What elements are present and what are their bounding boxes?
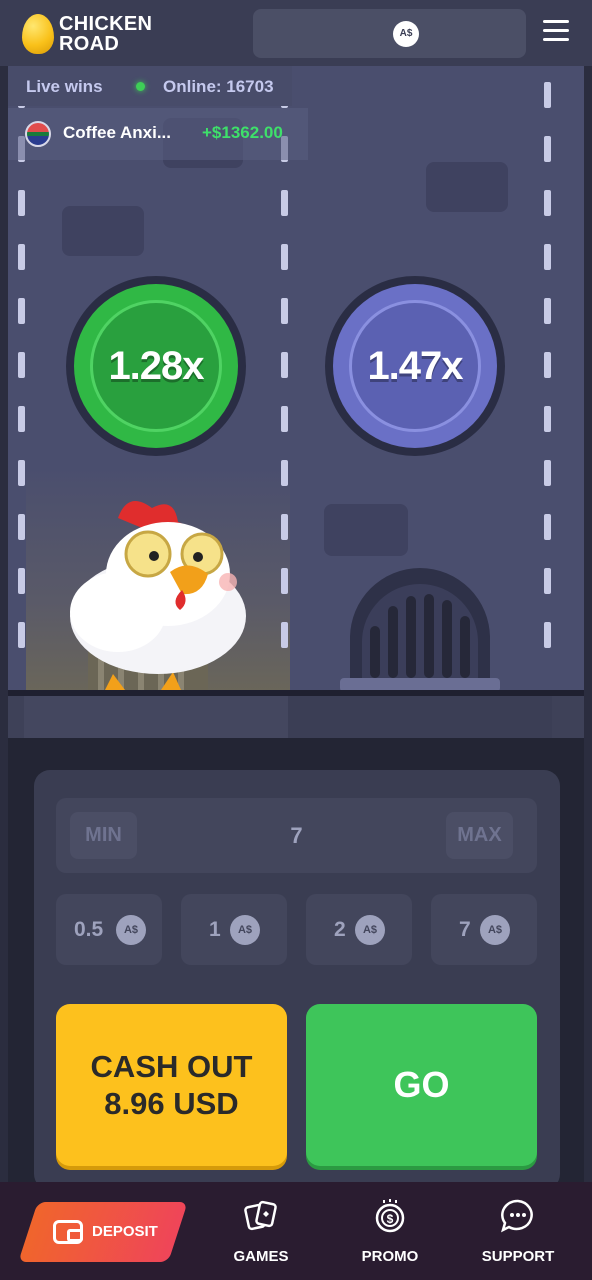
multiplier-value: 1.47x [367,344,463,388]
max-bet-button[interactable]: MAX [446,812,513,859]
min-bet-button[interactable]: MIN [70,812,137,859]
chip-value: 0.5 [74,918,104,941]
win-amount: +$1362.00 [202,123,283,142]
quick-bet-chip[interactable]: 0.5 A$ [56,894,162,965]
balance-display[interactable]: A$ [253,9,526,58]
svg-text:$: $ [387,1212,394,1226]
bet-amount-field[interactable]: 7 MIN MAX [56,798,537,873]
multiplier-coin-passed: 1.28x [66,276,246,456]
deposit-button-content[interactable]: DEPOSIT [50,1202,180,1262]
sewer-grate-icon [340,568,500,692]
bottom-navigation: DEPOSIT GAMES $ PROMO SUPPORT [0,1182,592,1280]
dollar-coin-icon: $ [375,1199,405,1233]
online-count: Online: 16703 [163,77,274,96]
cash-out-amount: 8.96 USD [104,1086,239,1121]
quick-bet-chip[interactable]: 2 A$ [306,894,412,965]
chip-value: 2 [334,918,346,941]
quick-bet-chip[interactable]: 1 A$ [181,894,287,965]
game-road-area: Live wins Online: 16703 Coffee Anxi... +… [8,66,584,692]
top-header: CHICKEN ROAD A$ [0,0,592,66]
recent-win-item: Coffee Anxi... +$1362.00 [8,108,308,160]
online-indicator-dot [136,82,145,91]
live-wins-label: Live wins [26,77,103,96]
logo-line-2: ROAD [59,33,120,55]
live-wins-bar: Live wins Online: 16703 [8,66,292,106]
go-button[interactable]: GO [306,1004,537,1166]
chip-value: 7 [459,918,471,941]
wallet-icon [53,1220,83,1244]
nav-label-promo: PROMO [361,1248,419,1265]
currency-coin-icon: A$ [116,915,146,945]
winner-name: Coffee Anxi... [63,123,171,142]
multiplier-value: 1.28x [108,344,204,388]
road-curb [8,696,584,738]
currency-badge: A$ [393,21,419,47]
cash-out-button[interactable]: CASH OUT 8.96 USD [56,1004,287,1166]
bet-control-panel: 7 MIN MAX 0.5 A$ 1 A$ 2 A$ 7 A$ CASH OUT… [34,770,560,1190]
multiplier-coin-next[interactable]: 1.47x [325,276,505,456]
logo-text: CHICKEN ROAD [59,14,152,54]
cards-icon [244,1200,277,1231]
chat-bubble-icon [501,1199,533,1233]
brick-decoration [62,206,144,256]
cash-out-label: CASH OUT [90,1049,253,1084]
deposit-label: DEPOSIT [92,1223,158,1240]
chip-value: 1 [209,918,221,941]
chicken-road-logo[interactable]: CHICKEN ROAD [22,12,172,56]
quick-bet-chip[interactable]: 7 A$ [431,894,537,965]
hamburger-menu-icon[interactable] [543,20,569,42]
nav-item-promo[interactable]: $ PROMO [351,1196,429,1276]
currency-coin-icon: A$ [230,915,260,945]
brick-decoration [426,162,508,212]
chicken-character-icon [70,500,246,692]
brick-decoration [324,504,408,556]
nav-label-games: GAMES [233,1248,289,1265]
south-africa-flag-icon [25,121,51,147]
nav-label-support: SUPPORT [481,1248,555,1265]
currency-coin-icon: A$ [355,915,385,945]
currency-coin-icon: A$ [480,915,510,945]
nav-item-games[interactable]: GAMES [222,1196,300,1276]
logo-line-1: CHICKEN [59,13,153,35]
golden-egg-icon [22,14,54,54]
nav-item-support[interactable]: SUPPORT [474,1196,562,1276]
